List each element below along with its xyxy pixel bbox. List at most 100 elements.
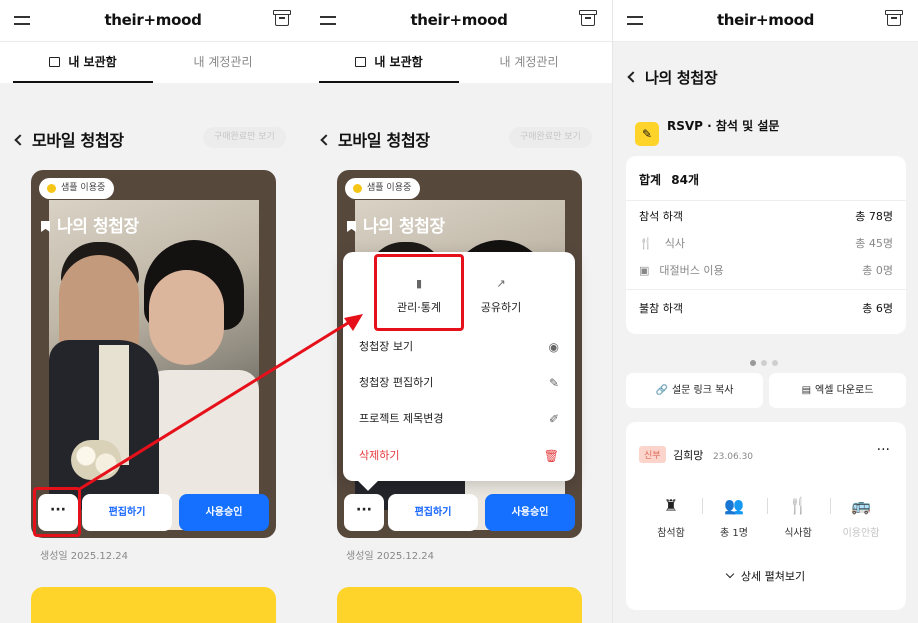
bus-icon: 🚌 <box>851 496 871 515</box>
share-icon: ↗ <box>496 277 506 290</box>
total-row: 합계 84개 <box>639 172 893 188</box>
rsvp-heading-text: RSVP · 참석 및 설문 <box>667 119 780 133</box>
tab-vault[interactable]: 내 보관함 <box>13 42 153 83</box>
stat-count: 👥 총 1명 <box>704 495 764 539</box>
stat-attend: ♜ 참석함 <box>641 495 701 539</box>
excel-label: 엑셀 다운로드 <box>815 385 874 396</box>
link-icon: 🔗 <box>655 385 668 396</box>
screen-vault: their+mood 내 보관함 내 계정관리 모바일 청첩장 구매완료만 보기… <box>0 0 306 623</box>
attend-row: 참석 하객 총 78명 <box>639 209 893 225</box>
tab-account[interactable]: 내 계정관리 <box>459 42 599 83</box>
guest-name: 김희망 <box>673 449 704 462</box>
menu-edit-invitation[interactable]: 청첩장 편집하기 ✎ <box>359 373 559 393</box>
sample-badge-label: 샘플 이용중 <box>61 183 106 193</box>
meal-row: 🍴 식사 총 45명 <box>639 236 893 252</box>
chevron-down-icon <box>725 569 735 579</box>
copy-survey-link-button[interactable]: 🔗 설문 링크 복사 <box>626 373 763 408</box>
share-button[interactable]: ↗ 공유하기 <box>461 278 541 315</box>
section-title[interactable]: 모바일 청첩장 <box>320 127 430 151</box>
stat-meal-label: 식사함 <box>784 528 812 539</box>
archive-icon[interactable] <box>273 10 291 26</box>
guest-more-button[interactable]: ··· <box>877 442 890 458</box>
eye-icon: ◉ <box>548 340 559 354</box>
bus-row: ▣ 대절버스 이용 총 0명 <box>639 263 893 279</box>
stat-count-label: 총 1명 <box>720 528 748 539</box>
section-title-text: 모바일 청첩장 <box>32 131 124 150</box>
chair-icon: ♜ <box>663 496 679 515</box>
edit-button[interactable]: 편집하기 <box>388 494 478 531</box>
stat-bus: 🚌 이용안함 <box>831 495 891 539</box>
approve-button[interactable]: 사용승인 <box>485 494 575 531</box>
attend-value: 총 78명 <box>855 210 893 223</box>
archive-icon[interactable] <box>885 10 903 26</box>
guest-header: 신부 김희망 23.06.30 <box>639 446 753 463</box>
sample-badge: 샘플 이용중 <box>39 178 115 199</box>
bus-icon: ▣ <box>639 264 650 277</box>
app-header: their+mood <box>306 0 612 42</box>
couple-photo <box>49 200 259 530</box>
stat-attend-label: 참석함 <box>657 528 685 539</box>
expand-details-button[interactable]: 상세 펼쳐보기 <box>626 568 906 584</box>
back-chevron-icon <box>320 134 332 146</box>
trash-icon: 🗑 <box>543 449 559 463</box>
archive-icon[interactable] <box>579 10 597 26</box>
expand-label: 상세 펼쳐보기 <box>740 570 806 583</box>
bookmark-icon <box>347 221 356 232</box>
menu-rename-project[interactable]: 프로젝트 제목변경 ✐ <box>359 409 559 429</box>
highlight-stats-button <box>374 254 464 331</box>
total-value: 84개 <box>671 173 700 187</box>
stat-bus-label: 이용안함 <box>842 528 880 539</box>
next-card[interactable] <box>31 587 276 623</box>
bride-tag: 신부 <box>639 446 666 463</box>
created-date: 생성일 2025.12.24 <box>40 551 129 562</box>
sample-badge: 샘플 이용중 <box>345 178 421 199</box>
tab-vault-label: 내 보관함 <box>374 55 423 69</box>
status-dot-icon <box>353 184 362 193</box>
menu-rename-label: 프로젝트 제목변경 <box>359 412 444 425</box>
page-title-text: 나의 청첩장 <box>645 69 718 87</box>
brand-logo: their+mood <box>104 11 202 29</box>
menu-delete-label: 삭제하기 <box>359 449 400 462</box>
edit-button[interactable]: 편집하기 <box>82 494 172 531</box>
stat-meal: 🍴 식사함 <box>768 495 828 539</box>
sample-badge-label: 샘플 이용중 <box>367 183 412 193</box>
tab-account[interactable]: 내 계정관리 <box>153 42 293 83</box>
archive-icon <box>355 57 367 67</box>
app-header: their+mood <box>613 0 918 42</box>
status-dot-icon <box>47 184 56 193</box>
menu-view-invitation[interactable]: 청첩장 보기 ◉ <box>359 337 559 357</box>
carousel-dots[interactable] <box>750 351 783 370</box>
meal-label: 식사 <box>664 237 685 250</box>
archive-icon <box>49 57 61 67</box>
pencil-icon: ✐ <box>548 412 559 426</box>
menu-delete[interactable]: 삭제하기 🗑 <box>359 446 559 466</box>
more-button[interactable]: ··· <box>344 494 384 531</box>
next-card[interactable] <box>337 587 582 623</box>
note-icon: ✎ <box>635 122 659 146</box>
purchased-filter-button[interactable]: 구매완료만 보기 <box>203 127 286 148</box>
purchased-filter-button[interactable]: 구매완료만 보기 <box>509 127 592 148</box>
attend-label: 참석 하객 <box>639 210 683 223</box>
tab-vault[interactable]: 내 보관함 <box>319 42 459 83</box>
back-chevron-icon <box>627 71 639 83</box>
section-title[interactable]: 모바일 청첩장 <box>14 127 124 151</box>
page-title[interactable]: 나의 청첩장 <box>627 67 718 88</box>
highlight-more-button <box>33 487 81 537</box>
approve-button[interactable]: 사용승인 <box>179 494 269 531</box>
excel-download-button[interactable]: ▤ 엑셀 다운로드 <box>769 373 906 408</box>
screen-rsvp-stats: their+mood 나의 청첩장 ✎ RSVP · 참석 및 설문 합계 84개… <box>612 0 918 623</box>
section-title-text: 모바일 청첩장 <box>338 131 430 150</box>
fork-knife-icon: 🍴 <box>788 496 808 515</box>
summary-card: 합계 84개 참석 하객 총 78명 🍴 식사 총 45명 ▣ 대절버스 이용 총 0명 … <box>626 156 906 334</box>
share-label: 공유하기 <box>480 301 522 314</box>
absent-label: 불참 하객 <box>639 302 683 315</box>
people-icon: 👥 <box>724 496 744 515</box>
tab-bar: 내 보관함 내 계정관리 <box>0 42 306 83</box>
app-header: their+mood <box>0 0 306 42</box>
menu-view-label: 청첩장 보기 <box>359 340 414 353</box>
absent-value: 총 6명 <box>862 302 893 315</box>
card-title: 나의 청첩장 <box>347 212 445 237</box>
tab-vault-label: 내 보관함 <box>68 55 117 69</box>
card-title-text: 나의 청첩장 <box>57 217 139 237</box>
invitation-card[interactable]: 샘플 이용중 나의 청첩장 ··· 편집하기 사용승인 <box>31 170 276 538</box>
